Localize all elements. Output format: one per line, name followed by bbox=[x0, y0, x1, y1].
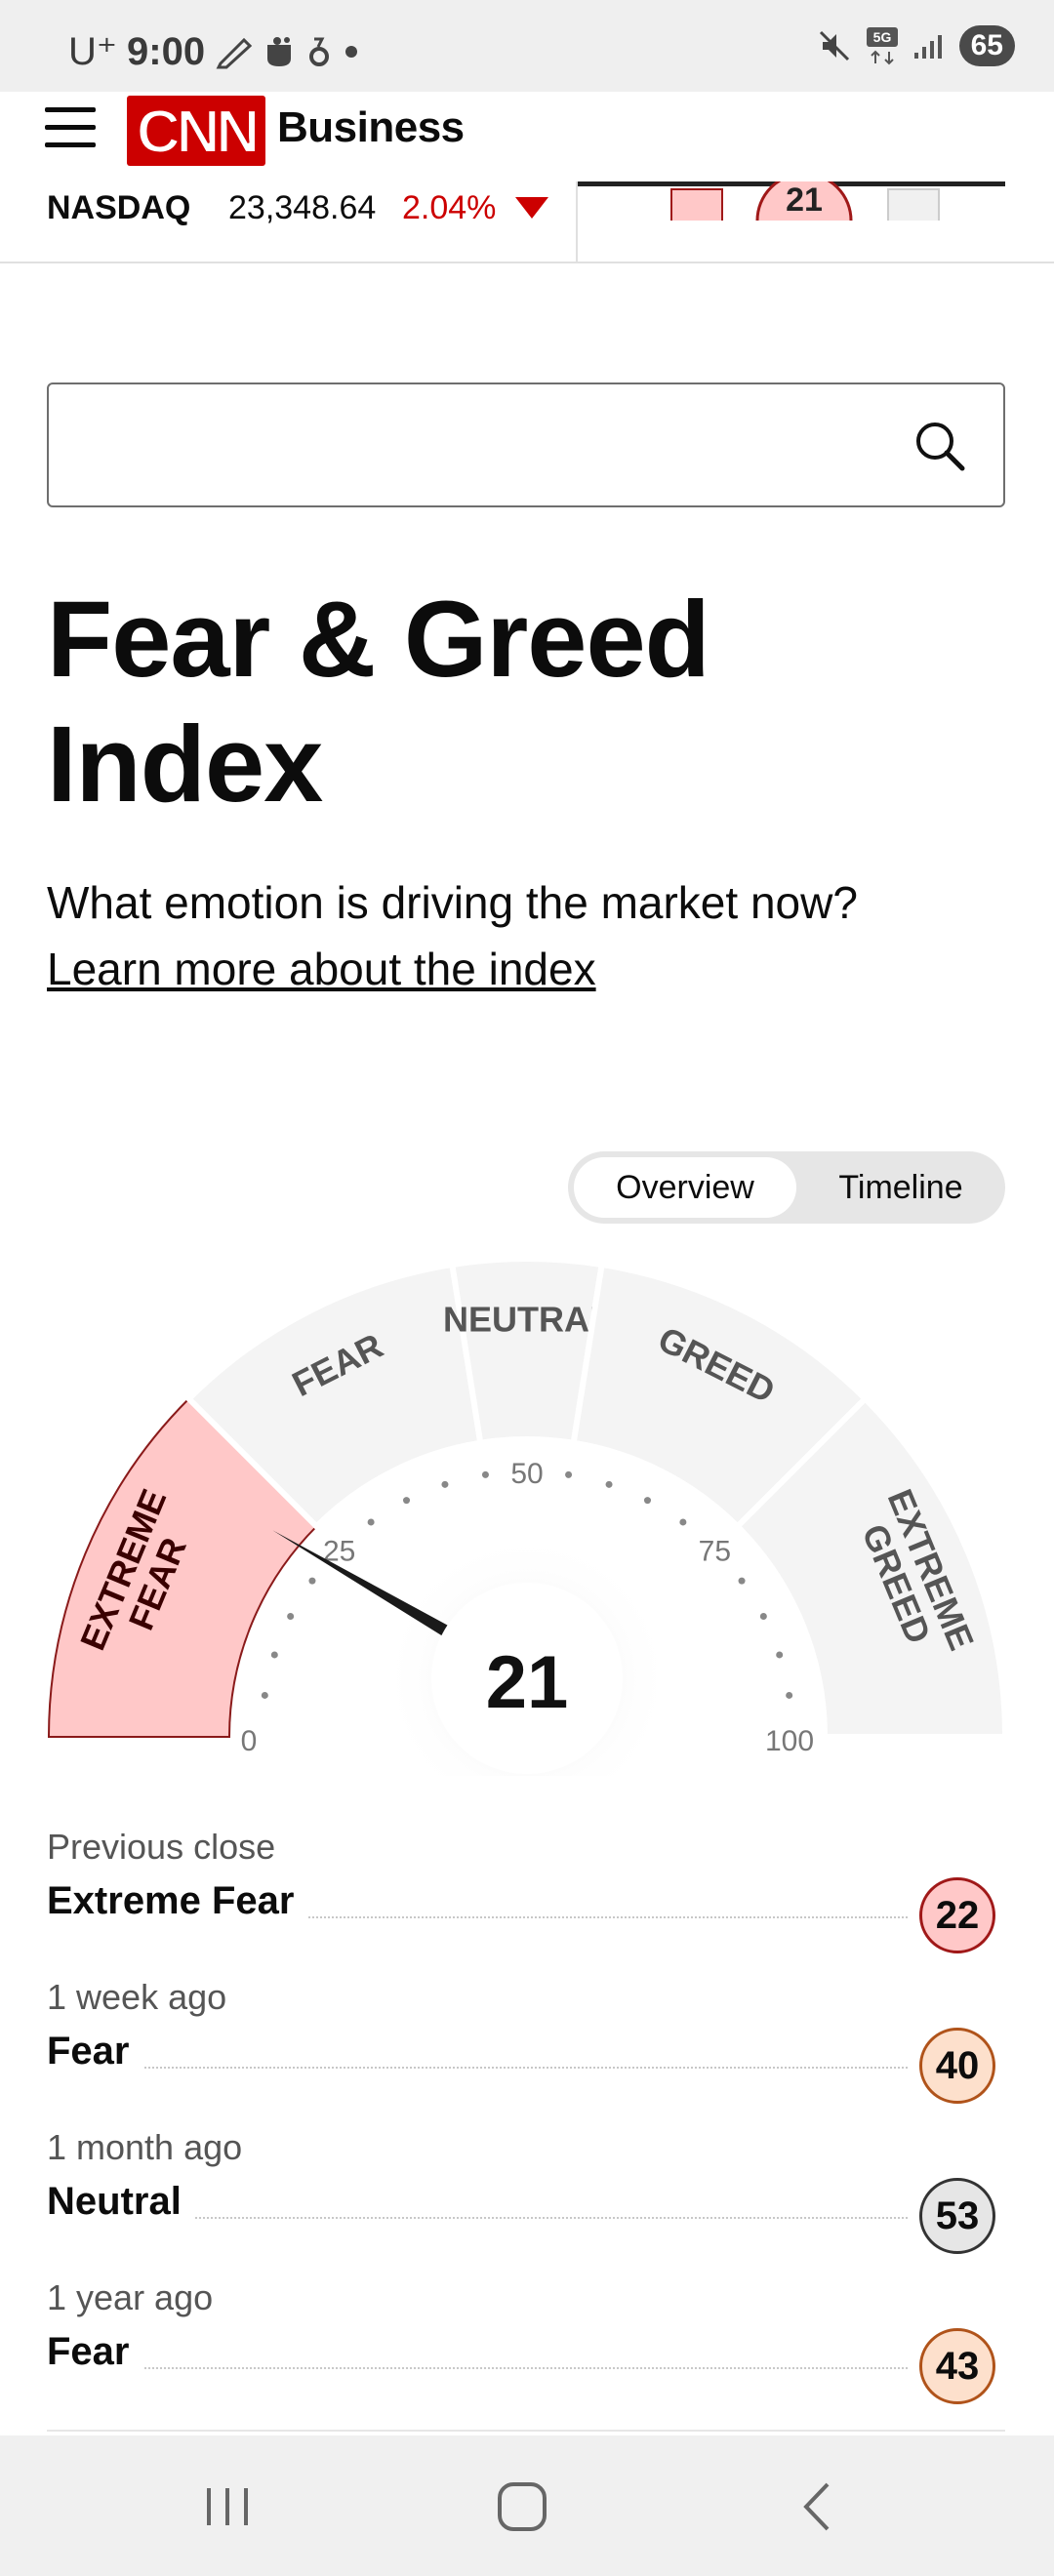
history-rating: Fear bbox=[47, 2330, 143, 2374]
history-value-badge: 43 bbox=[919, 2328, 995, 2404]
cnn-logo[interactable]: CNN bbox=[127, 96, 265, 166]
history-list: Previous close Extreme Fear 22 1 week ag… bbox=[47, 1827, 1005, 2428]
home-icon[interactable] bbox=[478, 2473, 566, 2541]
gauge-tick-dot bbox=[738, 1577, 746, 1585]
history-rating: Extreme Fear bbox=[47, 1879, 308, 1923]
network-label: 5G bbox=[872, 29, 891, 45]
gauge-tick-dot bbox=[605, 1480, 613, 1488]
history-when: 1 week ago bbox=[47, 1977, 227, 2017]
history-when: Previous close bbox=[47, 1827, 276, 1867]
section-name[interactable]: Business bbox=[277, 103, 465, 152]
fear-greed-gauge: EXTREMEFEARFEARNEUTRAL GREEDEXTREMEGREED … bbox=[47, 1256, 1009, 1776]
nfc-icon bbox=[309, 37, 330, 66]
search-input[interactable] bbox=[47, 382, 1005, 507]
pen-icon bbox=[216, 37, 253, 69]
ticker-name: NASDAQ bbox=[47, 189, 191, 226]
gauge-tick-dot bbox=[270, 1651, 278, 1659]
mini-gauge-value: 21 bbox=[786, 181, 823, 219]
gauge-value: 21 bbox=[486, 1641, 569, 1724]
system-nav-bar bbox=[0, 2435, 1054, 2576]
gauge-tick-dot bbox=[308, 1577, 316, 1585]
history-divider bbox=[47, 2430, 1005, 2432]
gauge-tick-dot bbox=[287, 1613, 295, 1621]
gauge-tick-dot bbox=[759, 1613, 767, 1621]
down-arrow-icon bbox=[515, 197, 548, 219]
gauge-tick-dot bbox=[441, 1480, 449, 1488]
gauge-tick-dot bbox=[786, 1691, 793, 1699]
search-icon[interactable] bbox=[913, 420, 966, 472]
site-header: CNN Business bbox=[0, 92, 1054, 189]
logo-text: CNN bbox=[137, 99, 257, 166]
history-when: 1 year ago bbox=[47, 2277, 214, 2317]
tab-overview[interactable]: Overview bbox=[574, 1157, 796, 1218]
gauge-tick-dot bbox=[776, 1651, 784, 1659]
gauge-tick-dot bbox=[367, 1518, 375, 1526]
market-ticker[interactable]: NASDAQ 23,348.64 2.04% 21 bbox=[0, 181, 1054, 263]
mute-icon bbox=[819, 30, 849, 61]
recent-apps-icon[interactable] bbox=[183, 2473, 271, 2541]
gauge-tick-dot bbox=[481, 1470, 489, 1478]
page-title: Fear & Greed Index bbox=[47, 580, 710, 825]
history-rating: Neutral bbox=[47, 2180, 195, 2224]
history-row-previous-close: Previous close Extreme Fear 22 bbox=[47, 1827, 1005, 1977]
dot-icon bbox=[345, 46, 358, 58]
gauge-tick-dot bbox=[643, 1497, 651, 1505]
gauge-tick-dot bbox=[261, 1691, 268, 1699]
learn-more-link[interactable]: Learn more about the index bbox=[47, 943, 596, 995]
carrier-label: U⁺ bbox=[68, 30, 117, 73]
gauge-tick-dot bbox=[403, 1497, 411, 1505]
history-value-badge: 22 bbox=[919, 1877, 995, 1953]
search-field[interactable] bbox=[68, 404, 902, 488]
history-value-badge: 40 bbox=[919, 2028, 995, 2104]
gauge-scale-label: 0 bbox=[241, 1725, 258, 1757]
battery-icon: 65 bbox=[958, 25, 1015, 66]
gauge-tick-dot bbox=[679, 1518, 687, 1526]
5g-icon: 5G bbox=[866, 27, 898, 65]
dotted-leader bbox=[47, 2067, 908, 2069]
history-rating: Fear bbox=[47, 2030, 143, 2073]
gauge-scale-label: 100 bbox=[765, 1725, 814, 1757]
history-row-1-year: 1 year ago Fear 43 bbox=[47, 2277, 1005, 2428]
gauge-scale-label: 75 bbox=[699, 1536, 731, 1568]
history-when: 1 month ago bbox=[47, 2127, 243, 2167]
ticker-separator bbox=[576, 181, 578, 262]
gauge-label-neutral: NEUTRAL bbox=[443, 1300, 611, 1340]
tab-timeline[interactable]: Timeline bbox=[802, 1157, 999, 1218]
page-subtitle: What emotion is driving the market now? bbox=[47, 877, 858, 928]
history-row-1-month: 1 month ago Neutral 53 bbox=[47, 2127, 1005, 2277]
signal-icon bbox=[913, 35, 942, 59]
dotted-leader bbox=[47, 2367, 908, 2369]
history-row-1-week: 1 week ago Fear 40 bbox=[47, 1977, 1005, 2127]
mini-gauge[interactable]: 21 bbox=[669, 181, 962, 221]
view-toggle: Overview Timeline bbox=[568, 1151, 1005, 1224]
clock: 9:00 bbox=[127, 29, 206, 73]
status-bar: U⁺ 9:00 5G 65 bbox=[0, 0, 1054, 92]
cup-icon bbox=[267, 37, 292, 66]
hamburger-menu-icon[interactable] bbox=[45, 107, 96, 152]
ticker-change: 2.04% bbox=[402, 189, 497, 226]
back-icon[interactable] bbox=[773, 2473, 861, 2541]
history-value-badge: 53 bbox=[919, 2178, 995, 2254]
ticker-value: 23,348.64 bbox=[228, 189, 377, 226]
gauge-tick-dot bbox=[565, 1470, 573, 1478]
gauge-scale-label: 50 bbox=[510, 1458, 543, 1490]
